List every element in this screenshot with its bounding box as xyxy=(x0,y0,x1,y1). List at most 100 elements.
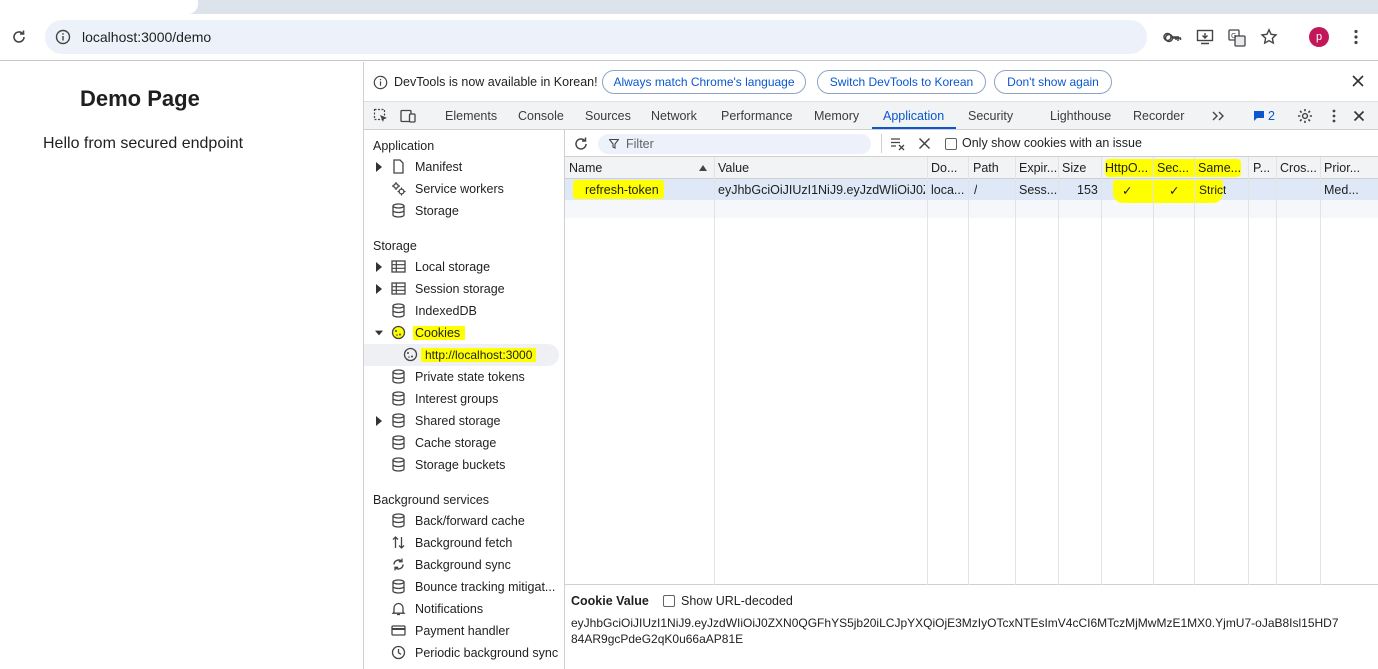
issues-count[interactable]: 2 xyxy=(1268,109,1275,123)
language-infobar: DevTools is now available in Korean! Alw… xyxy=(364,62,1378,102)
active-tab[interactable] xyxy=(0,0,198,14)
expand-arrow-icon[interactable] xyxy=(375,416,383,426)
expand-arrow-icon[interactable] xyxy=(375,162,383,172)
device-toolbar-icon[interactable] xyxy=(400,108,416,124)
cell-value[interactable]: eyJhbGciOiJIUzI1NiJ9.eyJzdWIiOiJ0Z... xyxy=(718,183,925,197)
tab-network[interactable]: Network xyxy=(651,109,697,123)
sidebar-item-local-storage[interactable]: Local storage xyxy=(364,256,564,278)
page-text: Hello from secured endpoint xyxy=(43,135,244,152)
tab-performance[interactable]: Performance xyxy=(721,109,793,123)
sidebar-item-interest-groups[interactable]: Interest groups xyxy=(364,388,564,410)
tab-lighthouse[interactable]: Lighthouse xyxy=(1050,109,1111,123)
inspect-element-icon[interactable] xyxy=(373,108,389,124)
col-header-partition[interactable]: P... xyxy=(1253,161,1270,175)
filter-placeholder: Filter xyxy=(626,137,654,151)
sidebar-item-shared-storage[interactable]: Shared storage xyxy=(364,410,564,432)
tab-sources[interactable]: Sources xyxy=(585,109,631,123)
cell-name[interactable]: refresh-token xyxy=(585,183,659,197)
sidebar-item-cookie-origin[interactable]: http://localhost:3000 xyxy=(364,344,559,366)
delete-all-x-icon[interactable] xyxy=(918,137,931,150)
tab-console[interactable]: Console xyxy=(518,109,564,123)
col-header-cross-site[interactable]: Cros... xyxy=(1280,161,1317,175)
cell-priority[interactable]: Med... xyxy=(1324,183,1359,197)
refresh-icon[interactable] xyxy=(573,136,589,152)
show-url-decoded-checkbox[interactable] xyxy=(663,595,675,607)
filter-input[interactable]: Filter xyxy=(598,134,871,154)
col-header-name[interactable]: Name xyxy=(569,161,602,175)
tab-memory[interactable]: Memory xyxy=(814,109,859,123)
cell-size[interactable]: 153 xyxy=(1077,183,1098,197)
tab-application[interactable]: Application xyxy=(883,109,944,123)
only-issues-checkbox[interactable] xyxy=(945,138,957,150)
sidebar-item-periodic-background-sync[interactable]: Periodic background sync xyxy=(364,642,564,664)
database-icon xyxy=(392,435,405,450)
sort-ascending-icon[interactable] xyxy=(699,165,707,171)
sidebar-item-indexeddb[interactable]: IndexedDB xyxy=(364,300,564,322)
col-header-secure[interactable]: Sec... xyxy=(1157,161,1189,175)
tab-recorder[interactable]: Recorder xyxy=(1133,109,1184,123)
site-info-icon[interactable] xyxy=(55,29,71,45)
sidebar-item-back-forward-cache[interactable]: Back/forward cache xyxy=(364,510,564,532)
col-header-path[interactable]: Path xyxy=(973,161,999,175)
address-bar[interactable]: localhost:3000/demo xyxy=(45,20,1180,54)
devtools-menu-icon[interactable] xyxy=(1326,108,1342,124)
dont-show-again-button[interactable]: Don't show again xyxy=(994,70,1112,94)
more-tabs-chevron-icon[interactable] xyxy=(1210,108,1226,124)
sidebar-item-payment-handler[interactable]: Payment handler xyxy=(364,620,564,642)
issues-icon[interactable] xyxy=(1253,110,1265,122)
sidebar-item-label: Service workers xyxy=(415,182,504,196)
url-text[interactable]: localhost:3000/demo xyxy=(82,29,211,45)
browser-toolbar: localhost:3000/demo G p xyxy=(0,14,1378,61)
browser-menu-icon[interactable] xyxy=(1346,27,1366,47)
sidebar-item-session-storage[interactable]: Session storage xyxy=(364,278,564,300)
profile-avatar[interactable]: p xyxy=(1309,27,1329,47)
translate-icon[interactable]: G xyxy=(1228,29,1246,47)
cell-httponly[interactable]: ✓ xyxy=(1122,183,1132,198)
col-header-samesite[interactable]: Same... xyxy=(1198,161,1241,175)
install-app-icon[interactable] xyxy=(1196,28,1214,46)
sidebar-item-notifications[interactable]: Notifications xyxy=(364,598,564,620)
col-header-httponly[interactable]: HttpO... xyxy=(1105,161,1148,175)
sidebar-item-manifest[interactable]: Manifest xyxy=(364,156,564,178)
close-icon[interactable] xyxy=(1350,73,1366,89)
expand-arrow-icon[interactable] xyxy=(375,284,383,294)
database-icon xyxy=(392,369,405,384)
sidebar-item-label: Manifest xyxy=(415,160,463,174)
col-header-domain[interactable]: Do... xyxy=(931,161,957,175)
password-key-icon[interactable] xyxy=(1164,29,1182,47)
sidebar-item-cookies[interactable]: Cookies xyxy=(364,322,564,344)
sidebar-item-storage-buckets[interactable]: Storage buckets xyxy=(364,454,564,476)
col-header-value[interactable]: Value xyxy=(718,161,749,175)
sidebar-item-cache-storage[interactable]: Cache storage xyxy=(364,432,564,454)
clear-filtered-icon[interactable] xyxy=(890,136,906,152)
tab-elements[interactable]: Elements xyxy=(445,109,497,123)
cookie-value-text[interactable]: eyJhbGciOiJIUzI1NiJ9.eyJzdWIiOiJ0ZXN0QGF… xyxy=(571,615,1339,647)
sidebar-item-storage-overview[interactable]: Storage xyxy=(364,200,564,222)
reload-icon[interactable] xyxy=(8,26,30,48)
close-devtools-icon[interactable] xyxy=(1351,108,1367,124)
settings-gear-icon[interactable] xyxy=(1297,108,1313,124)
sidebar-item-background-sync[interactable]: Background sync xyxy=(364,554,564,576)
tab-security[interactable]: Security xyxy=(968,109,1013,123)
collapse-arrow-icon[interactable] xyxy=(375,328,383,338)
sidebar-item-background-fetch[interactable]: Background fetch xyxy=(364,532,564,554)
cookie-value-title: Cookie Value xyxy=(571,594,649,608)
table-row[interactable] xyxy=(565,179,1378,200)
switch-korean-button[interactable]: Switch DevTools to Korean xyxy=(817,70,986,94)
col-header-size[interactable]: Size xyxy=(1062,161,1086,175)
cell-path[interactable]: / xyxy=(974,183,977,197)
sidebar-item-label: Notifications xyxy=(415,602,484,616)
sidebar-item-private-state-tokens[interactable]: Private state tokens xyxy=(364,366,564,388)
match-language-button[interactable]: Always match Chrome's language xyxy=(602,70,806,94)
col-header-expires[interactable]: Expir... xyxy=(1019,161,1057,175)
sidebar-item-label: Storage buckets xyxy=(415,458,506,472)
col-header-priority[interactable]: Prior... xyxy=(1324,161,1360,175)
sidebar-item-bounce-tracking[interactable]: Bounce tracking mitigat... xyxy=(364,576,564,598)
cell-samesite[interactable]: Strict xyxy=(1199,183,1226,197)
cell-secure[interactable]: ✓ xyxy=(1169,183,1179,198)
expand-arrow-icon[interactable] xyxy=(375,262,383,272)
sidebar-item-service-workers[interactable]: Service workers xyxy=(364,178,564,200)
bookmark-star-icon[interactable] xyxy=(1260,28,1278,46)
cell-expires[interactable]: Sess... xyxy=(1019,183,1057,197)
cell-domain[interactable]: loca... xyxy=(931,183,964,197)
